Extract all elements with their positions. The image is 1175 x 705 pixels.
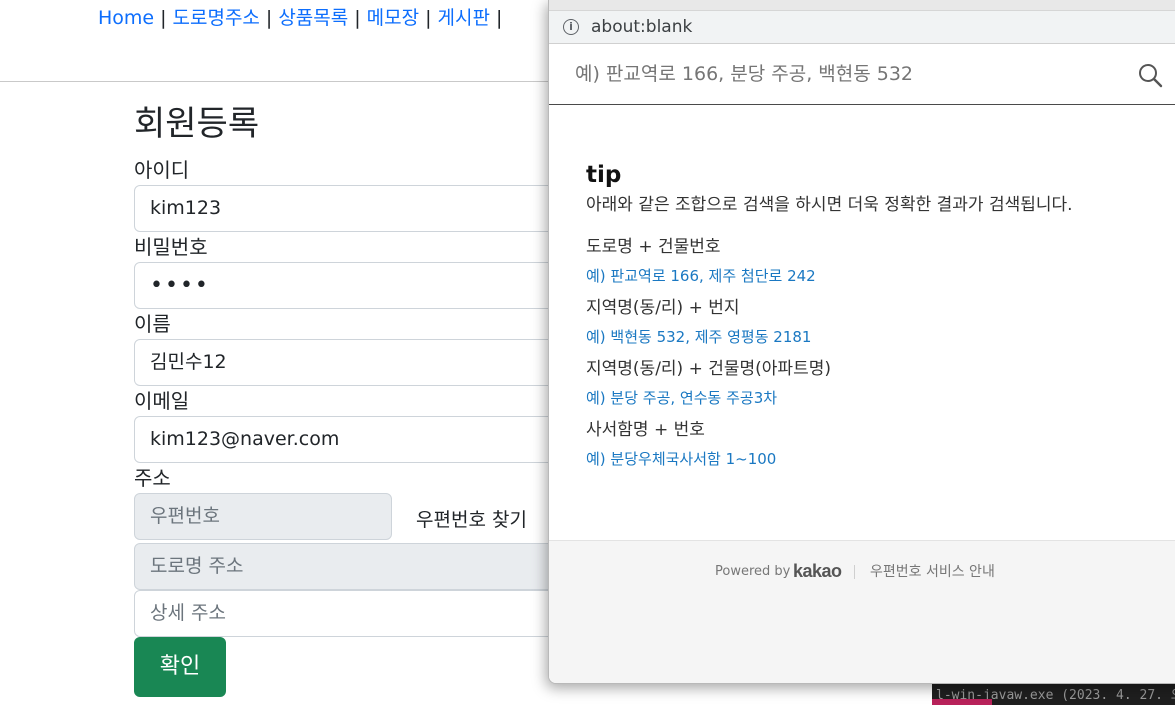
kakao-logo: kakao — [793, 561, 842, 581]
top-nav: Home | 도로명주소 | 상품목록 | 메모장 | 게시판 | — [98, 4, 508, 32]
name-label: 이름 — [134, 312, 171, 336]
popup-footer: Powered by kakao 우편번호 서비스 안내 — [549, 540, 1175, 683]
nav-separator: | — [425, 7, 432, 29]
postcode-service-guide-link[interactable]: 우편번호 서비스 안내 — [870, 563, 995, 581]
tip-label: 지역명(동/리) + 건물명(아파트명) — [586, 359, 831, 379]
tip-example: 예) 판교역로 166, 제주 첨단로 242 — [586, 267, 816, 285]
id-input[interactable]: kim123 — [134, 185, 564, 232]
powered-by-text: Powered by — [715, 564, 791, 579]
popup-titlebar[interactable] — [549, 0, 1175, 11]
nav-separator: | — [160, 7, 167, 29]
tip-list: 도로명 + 건물번호 예) 판교역로 166, 제주 첨단로 242 지역명(동… — [586, 226, 1166, 470]
password-input[interactable]: •••• — [134, 262, 564, 309]
info-icon[interactable]: i — [563, 19, 579, 35]
popup-url: about:blank — [591, 17, 693, 37]
footer-divider — [854, 565, 855, 579]
password-label: 비밀번호 — [134, 235, 208, 259]
detail-address-input[interactable]: 상세 주소 — [134, 590, 564, 637]
search-tips: tip 아래와 같은 조합으로 검색을 하시면 더욱 정확한 결과가 검색됩니다… — [586, 158, 1166, 470]
tip-label: 지역명(동/리) + 번지 — [586, 298, 740, 318]
tip-example: 예) 분당우체국사서함 1~100 — [586, 450, 777, 468]
nav-separator: | — [495, 7, 503, 29]
tip-title: tip — [586, 162, 622, 188]
postcode-popup-window: i about:blank tip 아래와 같은 조합으로 검색을 하시면 더욱… — [548, 0, 1175, 684]
nav-link-road-address[interactable]: 도로명주소 — [173, 7, 260, 29]
submit-button[interactable]: 확인 — [134, 637, 226, 697]
nav-link-product-list[interactable]: 상품목록 — [278, 7, 348, 29]
tip-description: 아래와 같은 조합으로 검색을 하시면 더욱 정확한 결과가 검색됩니다. — [586, 195, 1073, 215]
terminal-fragment: l-win-javaw.exe (2023. 4. 27. 오후 — [932, 682, 1175, 705]
nav-link-board[interactable]: 게시판 — [438, 7, 490, 29]
tip-example: 예) 분당 주공, 연수동 주공3차 — [586, 389, 778, 407]
nav-link-home[interactable]: Home — [98, 7, 154, 29]
popup-url-bar: i about:blank — [549, 11, 1175, 44]
tip-label: 도로명 + 건물번호 — [586, 237, 721, 257]
road-address-input[interactable]: 도로명 주소 — [134, 543, 564, 590]
name-input[interactable]: 김민수12 — [134, 339, 564, 386]
id-label: 아이디 — [134, 158, 190, 182]
email-label: 이메일 — [134, 389, 190, 413]
nav-link-memo[interactable]: 메모장 — [367, 7, 419, 29]
address-search-bar — [549, 45, 1175, 105]
tip-label: 사서함명 + 번호 — [586, 420, 705, 440]
tip-example: 예) 백현동 532, 제주 영평동 2181 — [586, 328, 812, 346]
nav-divider — [0, 81, 560, 82]
search-icon[interactable] — [1137, 62, 1163, 88]
address-search-input[interactable] — [575, 60, 1115, 88]
nav-separator: | — [354, 7, 361, 29]
terminal-highlight — [932, 699, 992, 705]
find-postcode-button[interactable]: 우편번호 찾기 — [416, 505, 527, 535]
nav-separator: | — [265, 7, 273, 29]
address-label: 주소 — [134, 466, 171, 490]
page-title: 회원등록 — [134, 104, 260, 144]
postcode-input[interactable]: 우편번호 — [134, 493, 392, 540]
email-input[interactable]: kim123@naver.com — [134, 416, 564, 463]
